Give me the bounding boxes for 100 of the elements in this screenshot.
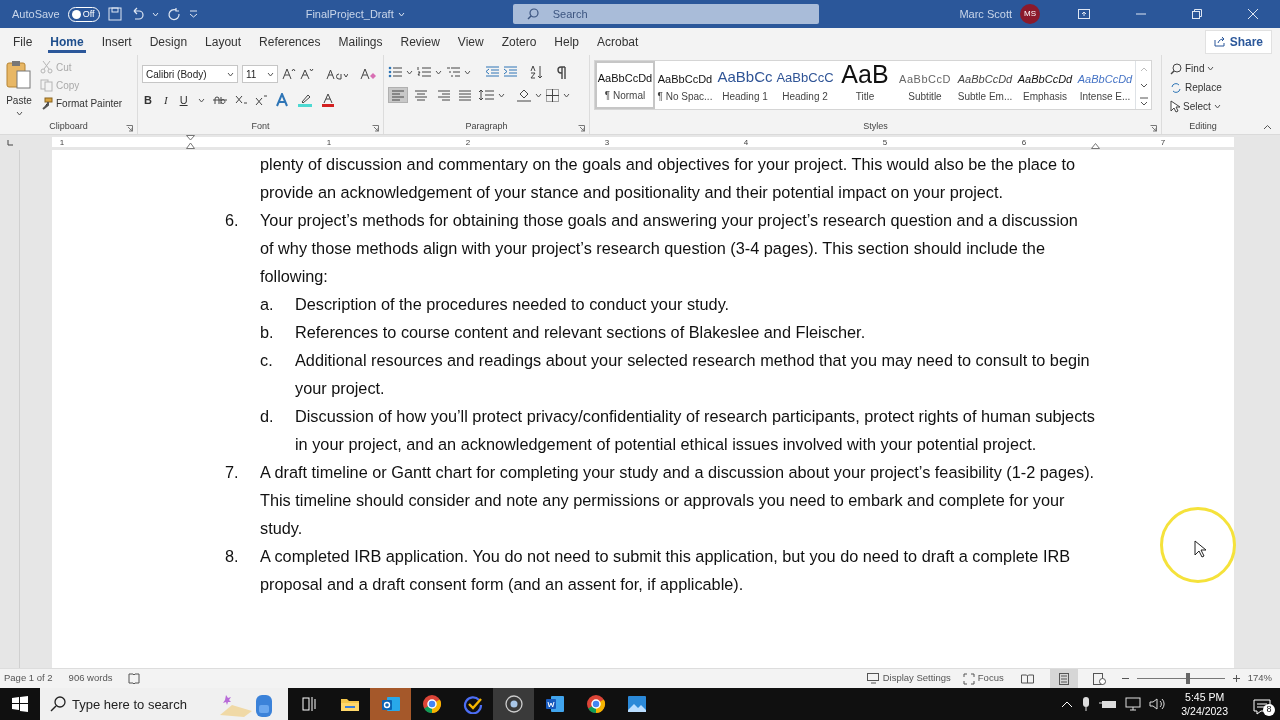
restore-icon[interactable]: [1192, 9, 1202, 19]
caret-icon[interactable]: [498, 92, 505, 98]
style-option[interactable]: AaBbCcDd ¶ Normal: [595, 61, 655, 109]
superscript-icon[interactable]: [254, 94, 267, 107]
taskbar-app[interactable]: [493, 688, 534, 720]
caret-icon[interactable]: [535, 92, 542, 98]
editing-action[interactable]: Select: [1166, 97, 1240, 116]
ribbon-tab[interactable]: Insert: [92, 28, 141, 55]
strikethrough-icon[interactable]: [212, 95, 227, 106]
style-option[interactable]: AaBbCcD Subtitle: [895, 61, 955, 109]
multilevel-list-icon[interactable]: [446, 66, 460, 78]
style-option[interactable]: AaB Title: [835, 61, 895, 109]
editing-action[interactable]: Find: [1166, 59, 1240, 78]
align-right-icon: [436, 89, 450, 101]
caret-icon[interactable]: [435, 69, 442, 75]
share-button[interactable]: Share: [1204, 29, 1272, 54]
format-button[interactable]: U: [177, 91, 190, 110]
clipboard-action[interactable]: Format Painter: [38, 95, 125, 112]
battery-icon[interactable]: [1099, 698, 1118, 710]
paste-button[interactable]: Paste: [4, 57, 34, 120]
font-size-select[interactable]: 11: [242, 65, 278, 83]
ribbon-display-icon[interactable]: [1078, 9, 1090, 19]
text-effects-icon[interactable]: [274, 93, 289, 108]
microphone-icon[interactable]: [1081, 696, 1092, 712]
search-field[interactable]: Search: [512, 4, 819, 24]
zoom-out-icon[interactable]: [1121, 675, 1129, 682]
customize-icon[interactable]: [188, 10, 198, 18]
caret-icon[interactable]: [563, 92, 570, 98]
editing-action[interactable]: Replace: [1166, 78, 1240, 97]
caret-icon[interactable]: [464, 69, 471, 75]
format-button[interactable]: I: [161, 91, 170, 110]
chevron-up-icon[interactable]: [1061, 700, 1074, 708]
pilcrow-icon[interactable]: [557, 65, 567, 79]
ribbon-tab[interactable]: Review: [391, 28, 449, 55]
caret-icon[interactable]: [1207, 66, 1215, 71]
decrease-indent-icon[interactable]: [485, 66, 499, 78]
clear-formatting-icon[interactable]: [360, 67, 376, 81]
highlighter-icon[interactable]: [296, 93, 313, 108]
style-option[interactable]: AaBbCcDd Emphasis: [1015, 61, 1075, 109]
taskbar-clock[interactable]: 5:45 PM 3/24/2023: [1181, 689, 1228, 719]
font-family-select[interactable]: Calibri (Body): [142, 65, 238, 83]
caret-icon[interactable]: [267, 71, 274, 77]
caret-icon[interactable]: [1213, 104, 1221, 109]
zoom-in-icon[interactable]: [1232, 675, 1240, 682]
document-title[interactable]: FinalProject_Draft: [305, 5, 394, 23]
proofing-icon[interactable]: [128, 673, 141, 684]
close-icon[interactable]: [1248, 9, 1258, 19]
save-icon[interactable]: [107, 7, 122, 21]
shading-icon[interactable]: [517, 88, 531, 102]
redo-icon[interactable]: [166, 7, 181, 21]
ribbon-tab[interactable]: Design: [140, 28, 197, 55]
ribbon-tab[interactable]: File: [4, 28, 42, 55]
display-settings-button[interactable]: Display Settings: [864, 670, 953, 687]
bullets-icon[interactable]: [388, 66, 402, 78]
replace-icon: [1170, 81, 1182, 94]
ribbon-tab[interactable]: Layout: [196, 28, 251, 55]
grow-font-icon[interactable]: [282, 68, 296, 80]
increase-indent-icon[interactable]: [503, 66, 517, 78]
caret-icon[interactable]: [197, 97, 205, 103]
focus-button[interactable]: Focus: [960, 670, 1006, 687]
ribbon-tab[interactable]: Zotero: [492, 28, 546, 55]
caret-icon[interactable]: [227, 71, 234, 77]
font-color-icon[interactable]: [320, 93, 335, 108]
style-option[interactable]: AaBbCcC Heading 2: [775, 61, 835, 109]
dialog-launcher-icon[interactable]: [372, 125, 379, 133]
user-avatar[interactable]: MS: [1020, 4, 1040, 24]
caret-icon[interactable]: [406, 69, 413, 75]
change-case-icon[interactable]: [326, 68, 348, 80]
dialog-launcher-icon[interactable]: [578, 125, 585, 133]
notifications-button[interactable]: 8: [1244, 688, 1280, 720]
sort-icon[interactable]: [529, 65, 545, 79]
ribbon-tab[interactable]: Home: [41, 28, 93, 55]
dialog-launcher-icon[interactable]: [1150, 125, 1157, 133]
zoom-thumb[interactable]: [1185, 673, 1190, 684]
style-option[interactable]: AaBbCcDd Intense E...: [1075, 61, 1135, 109]
format-button[interactable]: B: [142, 91, 154, 110]
dialog-launcher-icon[interactable]: [126, 125, 133, 133]
page-count[interactable]: Page 1 of 2: [4, 671, 53, 686]
ribbon-tab[interactable]: Acrobat: [588, 28, 648, 55]
zoom-level[interactable]: 174%: [1247, 671, 1272, 686]
ribbon-tab[interactable]: Help: [545, 28, 588, 55]
ribbon-tab[interactable]: References: [250, 28, 330, 55]
volume-icon[interactable]: [1149, 697, 1166, 711]
line-spacing-icon[interactable]: [478, 89, 494, 101]
indent-marker-icon[interactable]: [186, 135, 195, 149]
ribbon-tab[interactable]: View: [448, 28, 493, 55]
list-marker: a.: [260, 294, 275, 315]
taskbar-search-field[interactable]: Type here to search: [40, 688, 288, 720]
caret-icon[interactable]: [15, 111, 23, 116]
collapse-ribbon-icon[interactable]: [1263, 124, 1272, 130]
ribbon-tab[interactable]: Mailings: [329, 28, 392, 55]
shrink-font-icon[interactable]: [300, 68, 314, 80]
network-icon[interactable]: [1125, 697, 1142, 711]
style-option[interactable]: AaBbCcDd ¶ No Spac...: [655, 61, 715, 109]
style-option[interactable]: AaBbCcDd Subtle Em...: [955, 61, 1015, 109]
borders-icon[interactable]: [546, 88, 559, 102]
view-button[interactable]: [1049, 669, 1078, 688]
style-option[interactable]: AaBbCc Heading 1: [715, 61, 775, 109]
word-count[interactable]: 906 words: [68, 671, 113, 686]
subscript-icon[interactable]: [234, 94, 247, 107]
